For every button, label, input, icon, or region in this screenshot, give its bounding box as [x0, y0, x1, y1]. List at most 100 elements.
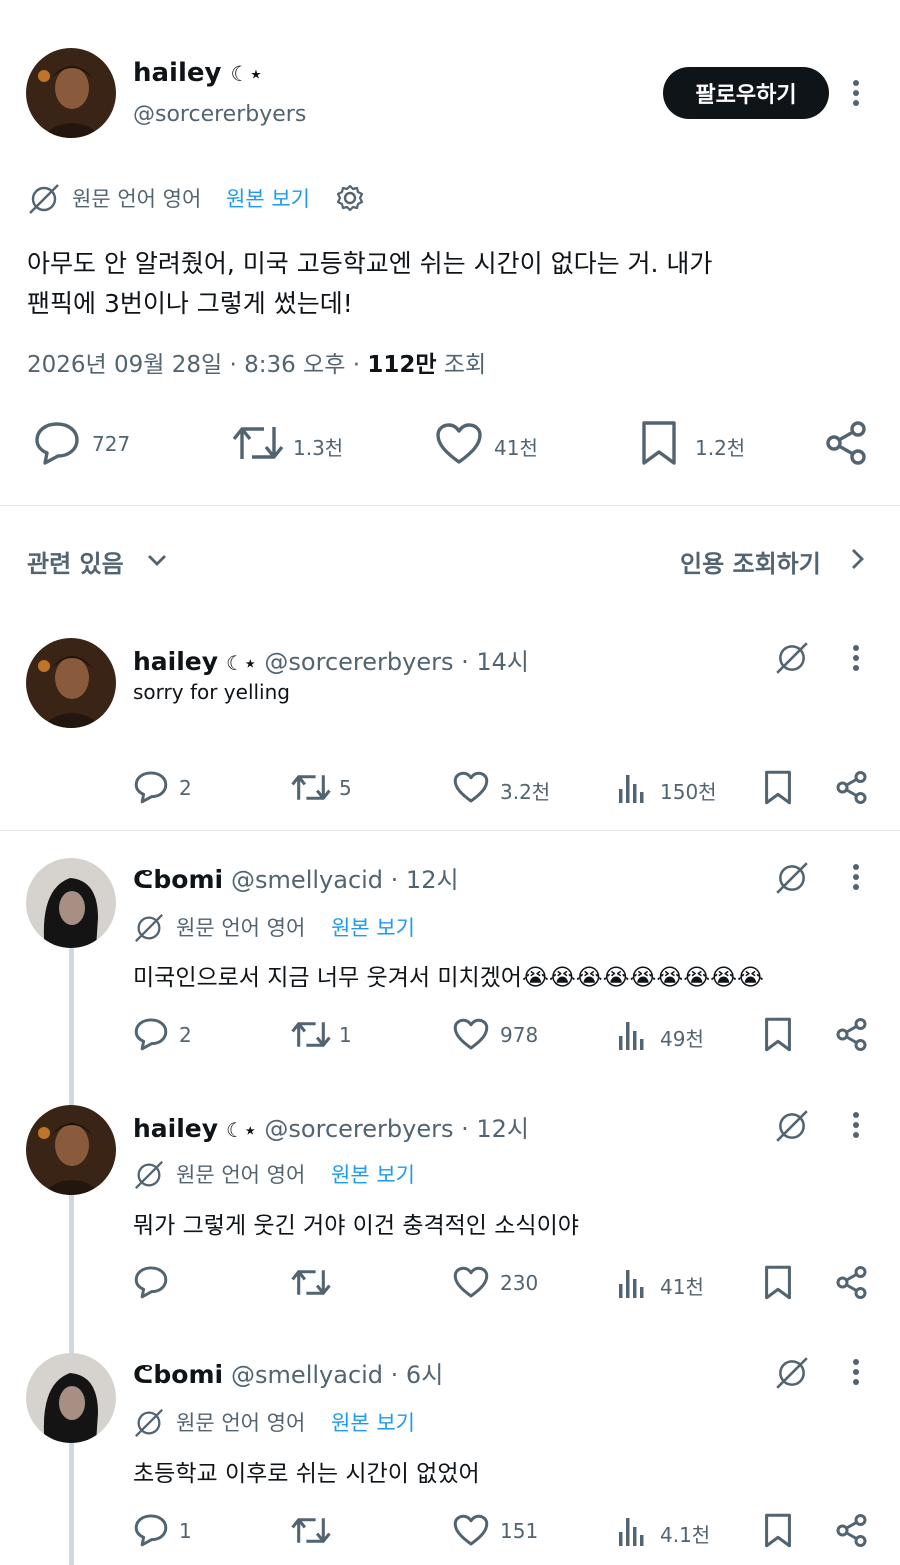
reply-count: 727 [92, 432, 131, 456]
reply-icon[interactable] [33, 420, 81, 466]
reply-icon[interactable] [133, 1017, 169, 1051]
reply-handle-time[interactable]: @sorcererbyers · 12시 [264, 1115, 529, 1143]
translation-label: 원문 언어 영어 [176, 1163, 306, 1187]
bookmark-icon[interactable] [763, 1513, 793, 1548]
chevron-down-icon[interactable] [145, 548, 169, 572]
show-original-link[interactable]: 원본 보기 [331, 1407, 415, 1437]
tweet-meta: 2026년 09월 28일 · 8:36 오후 · 112만 조회 [27, 345, 486, 379]
reply-icon[interactable] [133, 1265, 169, 1299]
views-icon[interactable] [617, 1266, 647, 1298]
translate-icon[interactable] [774, 860, 810, 896]
reply-count: 1 [179, 1519, 192, 1543]
like-count: 3.2천 [500, 780, 551, 804]
translate-icon[interactable] [774, 640, 810, 676]
bookmark-icon[interactable] [763, 1017, 793, 1052]
share-icon[interactable] [835, 1265, 868, 1300]
like-count: 41천 [494, 436, 538, 460]
show-original-link[interactable]: 원본 보기 [331, 1159, 415, 1189]
reply-handle-time[interactable]: @smellyacid · 6시 [231, 1361, 443, 1389]
share-icon[interactable] [824, 420, 868, 466]
reply-author-name[interactable]: bomi [153, 1360, 223, 1389]
author-name[interactable]: hailey ☾⋆ [133, 58, 263, 88]
translation-label: 원문 언어 영어 [72, 187, 202, 211]
views-label: 조회 [436, 352, 487, 378]
reply-icon[interactable] [133, 1513, 169, 1547]
reply-author-name[interactable]: bomi [153, 865, 223, 894]
reply-icon[interactable] [133, 770, 169, 804]
reply-count: 2 [179, 776, 192, 800]
related-label[interactable]: 관련 있음 [27, 550, 124, 578]
reply-header: hailey ☾⋆ @sorcererbyers · 14시 [133, 642, 529, 677]
translate-icon [135, 1409, 163, 1437]
translation-label: 원문 언어 영어 [176, 916, 306, 940]
share-icon[interactable] [835, 1513, 868, 1548]
retweet-icon[interactable] [291, 772, 331, 803]
show-original-link[interactable]: 원본 보기 [226, 183, 310, 213]
view-count: 4.1천 [660, 1523, 711, 1547]
retweet-icon[interactable] [232, 423, 284, 463]
avatar[interactable] [26, 638, 116, 728]
like-count: 230 [500, 1271, 539, 1295]
avatar[interactable] [26, 1353, 116, 1443]
bookmark-icon[interactable] [640, 420, 678, 466]
views-icon[interactable] [617, 1018, 647, 1050]
reply-author-name[interactable]: hailey [133, 1114, 218, 1143]
follow-button[interactable]: 팔로우하기 [663, 67, 829, 119]
tweet-text-line2: 팬픽에 3번이나 그렇게 썼는데! [27, 289, 353, 318]
like-icon[interactable] [453, 771, 489, 804]
more-icon[interactable] [850, 80, 862, 110]
reply-header: ᕦbomi @smellyacid · 12시 [133, 860, 459, 895]
more-icon[interactable] [850, 864, 862, 894]
like-icon[interactable] [453, 1514, 489, 1547]
like-icon[interactable] [435, 422, 483, 466]
chevron-right-icon[interactable] [845, 546, 869, 572]
show-original-link[interactable]: 원본 보기 [331, 912, 415, 942]
retweet-icon[interactable] [291, 1267, 331, 1298]
bookmark-icon[interactable] [763, 770, 793, 805]
avatar[interactable] [26, 858, 116, 948]
reply-header: hailey ☾⋆ @sorcererbyers · 12시 [133, 1109, 529, 1144]
reply-header: ᕦbomi @smellyacid · 6시 [133, 1355, 443, 1390]
thread-line [69, 945, 74, 1565]
settings-icon[interactable] [334, 182, 366, 214]
reply-text: sorry for yelling [133, 680, 290, 704]
retweet-count: 5 [339, 776, 352, 800]
more-icon[interactable] [850, 1112, 862, 1142]
views-icon[interactable] [617, 1514, 647, 1546]
reply-handle-time[interactable]: @sorcererbyers · 14시 [264, 648, 529, 676]
avatar[interactable] [26, 48, 116, 138]
divider [0, 830, 900, 831]
translate-icon[interactable] [774, 1108, 810, 1144]
bookmark-count: 1.2천 [695, 436, 746, 460]
avatar[interactable] [26, 1105, 116, 1195]
share-icon[interactable] [835, 1017, 868, 1052]
more-icon[interactable] [850, 645, 862, 675]
reply-author-name[interactable]: hailey [133, 647, 218, 676]
like-icon[interactable] [453, 1266, 489, 1299]
quotes-link[interactable]: 인용 조회하기 [680, 544, 821, 579]
reply-text: 초등학교 이후로 쉬는 시간이 없었어 [133, 1461, 480, 1487]
bookmark-icon[interactable] [763, 1265, 793, 1300]
translate-icon [135, 1161, 163, 1189]
views-icon[interactable] [617, 771, 647, 803]
translate-icon[interactable] [774, 1355, 810, 1391]
author-handle[interactable]: @sorcererbyers [133, 102, 306, 127]
share-icon[interactable] [835, 770, 868, 805]
retweet-icon[interactable] [291, 1515, 331, 1546]
views-count: 112만 [367, 352, 437, 378]
like-count: 978 [500, 1023, 539, 1047]
reply-name-prefix: ᕦ [133, 1360, 154, 1389]
translation-label: 원문 언어 영어 [176, 1411, 306, 1435]
author-display-name[interactable]: hailey [133, 58, 221, 88]
like-icon[interactable] [453, 1018, 489, 1051]
tweet-date[interactable]: 2026년 09월 28일 · 8:36 오후 · [27, 352, 367, 378]
translate-icon [29, 184, 59, 214]
retweet-icon[interactable] [291, 1019, 331, 1050]
reply-handle-time[interactable]: @smellyacid · 12시 [231, 866, 459, 894]
more-icon[interactable] [850, 1359, 862, 1389]
author-name-emoji: ☾⋆ [230, 62, 263, 86]
reply-count: 2 [179, 1023, 192, 1047]
view-count: 49천 [660, 1027, 704, 1051]
tweet-text-line1: 아무도 안 알려줬어, 미국 고등학교엔 쉬는 시간이 없다는 거. 내가 [27, 249, 713, 278]
related-filter[interactable]: 관련 있음 [27, 544, 124, 579]
